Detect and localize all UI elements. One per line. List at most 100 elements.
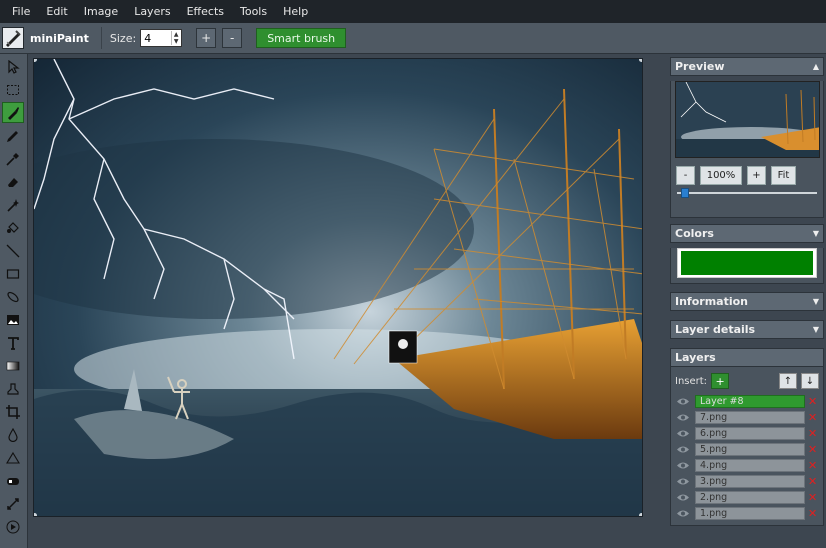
- collapse-arrow-icon[interactable]: ▼: [813, 325, 819, 334]
- tools-sidebar: [0, 54, 28, 548]
- zoom-slider-thumb[interactable]: [681, 188, 690, 198]
- app-name: miniPaint: [30, 31, 89, 45]
- layer-name[interactable]: Layer #8: [695, 394, 805, 408]
- visibility-eye-icon[interactable]: [676, 445, 690, 454]
- move-layer-down-button[interactable]: ↓: [801, 373, 819, 389]
- layer-name[interactable]: 1.png: [695, 506, 805, 520]
- eraser-icon[interactable]: [2, 171, 24, 192]
- select-tool-icon[interactable]: [2, 56, 24, 77]
- layer-name[interactable]: 5.png: [695, 442, 805, 456]
- menu-image[interactable]: Image: [84, 5, 118, 18]
- rectangle-icon[interactable]: [2, 263, 24, 284]
- insert-layer-button[interactable]: +: [711, 373, 730, 389]
- layer-row[interactable]: Layer #8 ✕: [671, 393, 823, 409]
- delete-layer-icon[interactable]: ✕: [808, 459, 817, 472]
- preview-title: Preview: [675, 60, 725, 73]
- app-logo[interactable]: miniPaint: [2, 27, 89, 49]
- visibility-eye-icon[interactable]: [676, 461, 690, 470]
- layer-move-buttons: ↑ ↓: [775, 373, 819, 389]
- delete-layer-icon[interactable]: ✕: [808, 507, 817, 520]
- insert-label: Insert:: [675, 375, 708, 387]
- delete-layer-icon[interactable]: ✕: [808, 491, 817, 504]
- visibility-eye-icon[interactable]: [676, 477, 690, 486]
- size-input[interactable]: 4 ▲ ▼: [140, 29, 183, 47]
- selection-rectangle-icon[interactable]: [2, 79, 24, 100]
- menu-effects[interactable]: Effects: [187, 5, 224, 18]
- layer-row[interactable]: 4.png ✕: [671, 457, 823, 473]
- text-icon[interactable]: [2, 332, 24, 353]
- image-icon[interactable]: [2, 309, 24, 330]
- current-color-swatch[interactable]: [677, 248, 817, 278]
- move-layer-up-button[interactable]: ↑: [779, 373, 797, 389]
- visibility-eye-icon[interactable]: [676, 493, 690, 502]
- size-decrease-button[interactable]: -: [222, 28, 243, 48]
- collapse-arrow-icon[interactable]: ▼: [813, 297, 819, 306]
- visibility-eye-icon[interactable]: [676, 413, 690, 422]
- smart-brush-button[interactable]: Smart brush: [256, 28, 347, 48]
- layer-list: Layer #8 ✕ 7.png ✕ 6.png ✕ 5.png ✕ 4.png ✕ 3.png ✕ 2…: [671, 393, 823, 521]
- visibility-eye-icon[interactable]: [676, 429, 690, 438]
- layer-name[interactable]: 3.png: [695, 474, 805, 488]
- layer-name[interactable]: 2.png: [695, 490, 805, 504]
- layer-name[interactable]: 6.png: [695, 426, 805, 440]
- zoom-slider[interactable]: [677, 188, 817, 198]
- delete-layer-icon[interactable]: ✕: [808, 475, 817, 488]
- layers-title: Layers: [675, 351, 716, 364]
- magic-wand-icon[interactable]: [2, 194, 24, 215]
- sharpen-icon[interactable]: [2, 447, 24, 468]
- menu-file[interactable]: File: [12, 5, 30, 18]
- blur-icon[interactable]: [2, 424, 24, 445]
- gradient-icon[interactable]: [2, 355, 24, 376]
- drawing-canvas[interactable]: [33, 58, 643, 517]
- layer-row[interactable]: 5.png ✕: [671, 441, 823, 457]
- crop-icon[interactable]: [2, 401, 24, 422]
- layer-row[interactable]: 3.png ✕: [671, 473, 823, 489]
- zoom-level[interactable]: 100%: [700, 166, 742, 185]
- visibility-eye-icon[interactable]: [676, 509, 690, 518]
- line-icon[interactable]: [2, 240, 24, 261]
- delete-layer-icon[interactable]: ✕: [808, 443, 817, 456]
- preview-panel-header[interactable]: Preview ▲: [670, 57, 824, 76]
- menu-tools[interactable]: Tools: [240, 5, 267, 18]
- fill-icon[interactable]: [2, 217, 24, 238]
- pencil-icon[interactable]: [2, 125, 24, 146]
- layer-row[interactable]: 2.png ✕: [671, 489, 823, 505]
- delete-layer-icon[interactable]: ✕: [808, 411, 817, 424]
- zoom-out-button[interactable]: -: [676, 166, 695, 185]
- brush-icon[interactable]: [2, 102, 24, 123]
- layer-row[interactable]: 6.png ✕: [671, 425, 823, 441]
- bulge-icon[interactable]: [2, 493, 24, 514]
- information-panel-header[interactable]: Information ▼: [670, 292, 824, 311]
- pipette-icon[interactable]: [2, 148, 24, 169]
- delete-layer-icon[interactable]: ✕: [808, 395, 817, 408]
- delete-layer-icon[interactable]: ✕: [808, 427, 817, 440]
- zoom-fit-button[interactable]: Fit: [771, 166, 796, 185]
- collapse-arrow-icon[interactable]: ▼: [813, 229, 819, 238]
- layer-row[interactable]: 7.png ✕: [671, 409, 823, 425]
- layer-row[interactable]: 1.png ✕: [671, 505, 823, 521]
- colors-title: Colors: [675, 227, 714, 240]
- desaturate-icon[interactable]: [2, 470, 24, 491]
- layer-name[interactable]: 4.png: [695, 458, 805, 472]
- ellipse-icon[interactable]: [2, 286, 24, 307]
- collapse-arrow-icon[interactable]: ▲: [813, 62, 819, 71]
- size-label: Size:: [109, 31, 137, 45]
- animation-icon[interactable]: [2, 516, 24, 537]
- minipaint-logo-icon: [2, 27, 24, 49]
- preview-thumbnail[interactable]: [675, 81, 820, 158]
- layer-name[interactable]: 7.png: [695, 410, 805, 424]
- zoom-in-button[interactable]: +: [747, 166, 766, 185]
- menu-edit[interactable]: Edit: [46, 5, 67, 18]
- layer-details-panel-header[interactable]: Layer details ▼: [670, 320, 824, 339]
- preview-panel: - 100% + Fit: [670, 81, 824, 218]
- size-value: 4: [144, 31, 152, 45]
- right-sidebar: Preview ▲ - 100% + Fit Colors ▼ Informat…: [670, 57, 824, 526]
- visibility-eye-icon[interactable]: [676, 397, 690, 406]
- menu-layers[interactable]: Layers: [134, 5, 170, 18]
- size-spinner[interactable]: ▲ ▼: [171, 31, 180, 45]
- colors-panel-header[interactable]: Colors ▼: [670, 224, 824, 243]
- menu-help[interactable]: Help: [283, 5, 308, 18]
- layers-panel-header[interactable]: Layers: [670, 348, 824, 367]
- size-increase-button[interactable]: +: [196, 28, 217, 48]
- clone-icon[interactable]: [2, 378, 24, 399]
